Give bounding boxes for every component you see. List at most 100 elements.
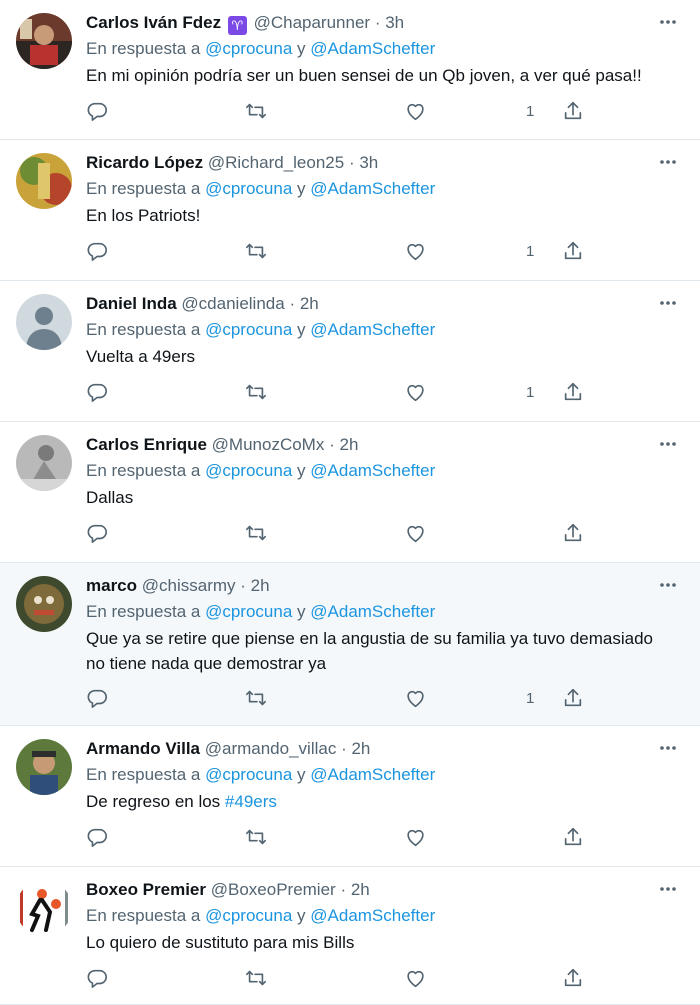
tweet[interactable]: Ricardo López @Richard_leon25 · 3h En re… [0, 140, 700, 281]
display-name[interactable]: marco [86, 576, 137, 595]
like-icon[interactable] [404, 826, 427, 850]
mention-link[interactable]: @AdamSchefter [310, 39, 435, 58]
avatar[interactable] [16, 153, 72, 209]
more-icon[interactable] [658, 154, 678, 170]
like-icon[interactable] [404, 240, 427, 264]
tweet[interactable]: Armando Villa @armando_villac · 2h En re… [0, 726, 700, 867]
reply-joiner: y [297, 602, 306, 621]
timestamp[interactable]: 3h [359, 153, 378, 172]
like-icon[interactable] [404, 687, 427, 711]
hashtag-link[interactable]: #49ers [225, 792, 277, 811]
retweet-icon[interactable] [244, 967, 268, 991]
share-icon[interactable] [562, 100, 584, 124]
mention-link[interactable]: @AdamSchefter [310, 602, 435, 621]
share-icon[interactable] [562, 240, 584, 264]
mention-link[interactable]: @AdamSchefter [310, 765, 435, 784]
retweet-icon[interactable] [244, 687, 268, 711]
more-icon[interactable] [658, 14, 678, 30]
tweet-header: Daniel Inda @cdanielinda · 2h [86, 293, 319, 315]
share-icon[interactable] [562, 381, 584, 405]
reply-prefix: En respuesta a [86, 39, 201, 58]
reply-icon[interactable] [86, 381, 108, 405]
mention-link[interactable]: @cprocuna [205, 765, 292, 784]
share-icon[interactable] [562, 967, 584, 991]
avatar[interactable] [16, 13, 72, 69]
user-handle[interactable]: @Richard_leon25 [208, 153, 344, 172]
mention-link[interactable]: @AdamSchefter [310, 461, 435, 480]
timestamp[interactable]: 2h [351, 739, 370, 758]
tweet[interactable]: Boxeo Premier @BoxeoPremier · 2h En resp… [0, 867, 700, 1005]
like-count: 1 [526, 103, 535, 120]
display-name[interactable]: Boxeo Premier [86, 880, 206, 899]
replying-to: En respuesta a @cprocuna y @AdamSchefter [86, 178, 435, 200]
share-icon[interactable] [562, 522, 584, 546]
like-count: 1 [526, 243, 535, 260]
mention-link[interactable]: @cprocuna [205, 461, 292, 480]
mention-link[interactable]: @cprocuna [205, 179, 292, 198]
like-icon[interactable] [404, 381, 427, 405]
more-icon[interactable] [658, 740, 678, 756]
timestamp[interactable]: 2h [300, 294, 319, 313]
tweet-actions: 1 [86, 687, 586, 711]
like-icon[interactable] [404, 522, 427, 546]
tweet[interactable]: Daniel Inda @cdanielinda · 2h En respues… [0, 281, 700, 422]
tweet-text: En mi opinión podría ser un buen sensei … [86, 66, 642, 85]
avatar[interactable] [16, 294, 72, 350]
tweet[interactable]: Carlos Enrique @MunozCoMx · 2h En respue… [0, 422, 700, 563]
reply-icon[interactable] [86, 240, 108, 264]
display-name[interactable]: Armando Villa [86, 739, 200, 758]
reply-icon[interactable] [86, 522, 108, 546]
more-icon[interactable] [658, 295, 678, 311]
avatar[interactable] [16, 880, 72, 936]
avatar[interactable] [16, 435, 72, 491]
timestamp[interactable]: 2h [251, 576, 270, 595]
mention-link[interactable]: @cprocuna [205, 320, 292, 339]
user-handle[interactable]: @armando_villac [205, 739, 337, 758]
reply-icon[interactable] [86, 687, 108, 711]
display-name[interactable]: Carlos Enrique [86, 435, 207, 454]
display-name[interactable]: Daniel Inda [86, 294, 177, 313]
retweet-icon[interactable] [244, 522, 268, 546]
retweet-icon[interactable] [244, 381, 268, 405]
tweet[interactable]: Carlos Iván Fdez ♈ @Chaparunner · 3h En … [0, 0, 700, 140]
share-icon[interactable] [562, 826, 584, 850]
retweet-icon[interactable] [244, 240, 268, 264]
like-icon[interactable] [404, 100, 427, 124]
user-handle[interactable]: @BoxeoPremier [211, 880, 336, 899]
more-icon[interactable] [658, 436, 678, 452]
like-icon[interactable] [404, 967, 427, 991]
user-handle[interactable]: @MunozCoMx [212, 435, 325, 454]
reply-icon[interactable] [86, 100, 108, 124]
timestamp[interactable]: 2h [351, 880, 370, 899]
retweet-icon[interactable] [244, 100, 268, 124]
reply-joiner: y [297, 320, 306, 339]
tweet-actions: 1 [86, 381, 586, 405]
avatar[interactable] [16, 576, 72, 632]
share-icon[interactable] [562, 687, 584, 711]
mention-link[interactable]: @AdamSchefter [310, 179, 435, 198]
mention-link[interactable]: @AdamSchefter [310, 320, 435, 339]
user-handle[interactable]: @chissarmy [142, 576, 236, 595]
tweet[interactable]: marco @chissarmy · 2h En respuesta a @cp… [0, 563, 700, 726]
timestamp[interactable]: 2h [339, 435, 358, 454]
avatar[interactable] [16, 739, 72, 795]
display-name[interactable]: Carlos Iván Fdez [86, 13, 221, 32]
tweet-header: Carlos Enrique @MunozCoMx · 2h [86, 434, 358, 456]
mention-link[interactable]: @cprocuna [205, 39, 292, 58]
more-icon[interactable] [658, 881, 678, 897]
more-icon[interactable] [658, 577, 678, 593]
reply-icon[interactable] [86, 967, 108, 991]
user-handle[interactable]: @Chaparunner [254, 13, 371, 32]
timestamp[interactable]: 3h [385, 13, 404, 32]
reply-icon[interactable] [86, 826, 108, 850]
retweet-icon[interactable] [244, 826, 268, 850]
mention-link[interactable]: @cprocuna [205, 602, 292, 621]
user-handle[interactable]: @cdanielinda [181, 294, 284, 313]
mention-link[interactable]: @AdamSchefter [310, 906, 435, 925]
tweet-actions [86, 522, 586, 546]
separator-dot: · [340, 880, 347, 899]
mention-link[interactable]: @cprocuna [205, 906, 292, 925]
separator-dot: · [374, 13, 381, 32]
display-name[interactable]: Ricardo López [86, 153, 203, 172]
like-count: 1 [526, 384, 535, 401]
